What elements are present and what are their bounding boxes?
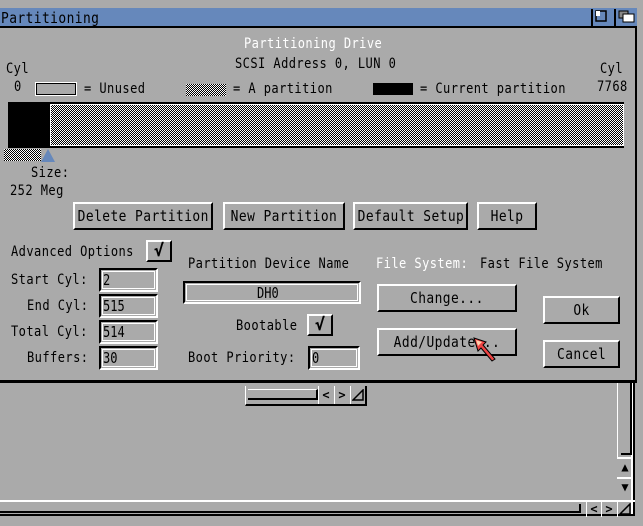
advanced-options-label: Advanced Options (11, 244, 134, 260)
file-system-label: File System: (376, 256, 469, 272)
legend-partition-swatch (186, 84, 226, 96)
chevron-left-icon: < (322, 388, 330, 402)
boot-priority-value: 0 (312, 349, 320, 367)
legend-unused-label: = Unused (84, 81, 146, 97)
legend-current-swatch (373, 83, 413, 95)
delete-partition-button[interactable]: Delete Partition (73, 202, 213, 230)
window-title: Partitioning (1, 9, 100, 27)
device-name-label: Partition Device Name (188, 256, 350, 272)
resize-icon (619, 503, 631, 515)
delete-partition-label: Delete Partition (77, 207, 209, 225)
chevron-right-icon: > (338, 388, 346, 402)
vertical-scroll-knob[interactable] (621, 383, 632, 455)
size-value: 252 Meg (10, 183, 64, 199)
size-label: Size: (31, 165, 70, 181)
inner-scroll-left-button[interactable]: < (318, 386, 333, 404)
device-name-value: DH0 (257, 284, 279, 302)
device-name-input[interactable]: DH0 (183, 281, 361, 304)
scroll-right-button[interactable]: > (601, 501, 616, 517)
drag-partition-handle[interactable] (4, 149, 41, 161)
partition-start-marker-icon[interactable] (41, 149, 55, 162)
zoom-gadget[interactable] (591, 9, 609, 26)
arrow-up-icon: ▲ (621, 460, 629, 474)
help-button[interactable]: Help (477, 202, 537, 230)
new-partition-button[interactable]: New Partition (223, 202, 345, 230)
arrow-down-icon: ▼ (621, 480, 629, 494)
total-cyl-label: Total Cyl: (11, 324, 88, 340)
start-cyl-value: 2 (103, 271, 111, 289)
scroll-down-button[interactable]: ▼ (617, 477, 633, 495)
bootable-label: Bootable (236, 318, 298, 334)
buffers-label: Buffers: (27, 350, 89, 366)
mouse-pointer-icon (473, 337, 496, 362)
ok-button[interactable]: Ok (543, 296, 620, 324)
change-label: Change... (410, 289, 484, 307)
zoom-icon (595, 10, 607, 22)
end-cyl-value: 515 (103, 297, 125, 315)
inner-scroll-right-button[interactable]: > (334, 386, 349, 404)
vertical-scrollbar[interactable] (617, 383, 633, 457)
boot-priority-input[interactable]: 0 (308, 346, 360, 370)
resize-gadget[interactable] (617, 501, 632, 517)
inner-scroll-knob[interactable] (248, 389, 318, 400)
scroll-left-button[interactable]: < (586, 501, 601, 517)
buffers-input[interactable]: 30 (99, 346, 158, 370)
checkmark-icon: √ (314, 315, 326, 335)
buffers-value: 30 (103, 349, 118, 367)
depth-gadget[interactable] (614, 9, 637, 26)
resize-icon (352, 389, 364, 401)
other-partition-block[interactable] (50, 104, 624, 146)
scroll-up-button[interactable]: ▲ (617, 457, 633, 475)
inner-resize-gadget[interactable] (350, 386, 365, 404)
chevron-right-icon: > (605, 502, 613, 516)
advanced-options-checkbox[interactable]: √ (146, 240, 172, 262)
cancel-button[interactable]: Cancel (543, 340, 620, 368)
legend-unused-swatch (35, 82, 77, 96)
change-filesystem-button[interactable]: Change... (377, 284, 517, 312)
legend-current-label: = Current partition (420, 81, 566, 97)
default-setup-label: Default Setup (357, 207, 464, 225)
dialog-heading: Partitioning Drive (244, 36, 383, 52)
end-cyl-input[interactable]: 515 (99, 294, 158, 318)
cyl-right-value: 7768 (597, 79, 628, 95)
depth-icon (618, 10, 635, 23)
horizontal-scroll-knob[interactable] (0, 504, 581, 513)
start-cyl-input[interactable]: 2 (99, 268, 158, 292)
default-setup-button[interactable]: Default Setup (353, 202, 468, 230)
total-cyl-value: 514 (103, 323, 125, 341)
cyl-right-label: Cyl (600, 61, 624, 77)
cancel-label: Cancel (556, 345, 607, 363)
total-cyl-input[interactable]: 514 (99, 320, 158, 344)
start-cyl-label: Start Cyl: (11, 272, 88, 288)
checkmark-icon: √ (153, 241, 165, 261)
new-partition-label: New Partition (230, 207, 338, 225)
chevron-left-icon: < (590, 502, 598, 516)
end-cyl-label: End Cyl: (27, 298, 89, 314)
legend-partition-label: = A partition (233, 81, 333, 97)
file-system-value: Fast File System (480, 256, 603, 272)
current-partition-block[interactable] (10, 104, 48, 146)
ok-label: Ok (573, 301, 590, 319)
cyl-left-label: Cyl (6, 61, 30, 77)
scsi-address-label: SCSI Address 0, LUN 0 (235, 56, 397, 72)
horizontal-scrollbar[interactable] (0, 500, 635, 516)
boot-priority-label: Boot Priority: (188, 350, 296, 366)
help-label: Help (490, 207, 524, 225)
cyl-left-value: 0 (14, 79, 22, 95)
bootable-checkbox[interactable]: √ (307, 314, 333, 336)
